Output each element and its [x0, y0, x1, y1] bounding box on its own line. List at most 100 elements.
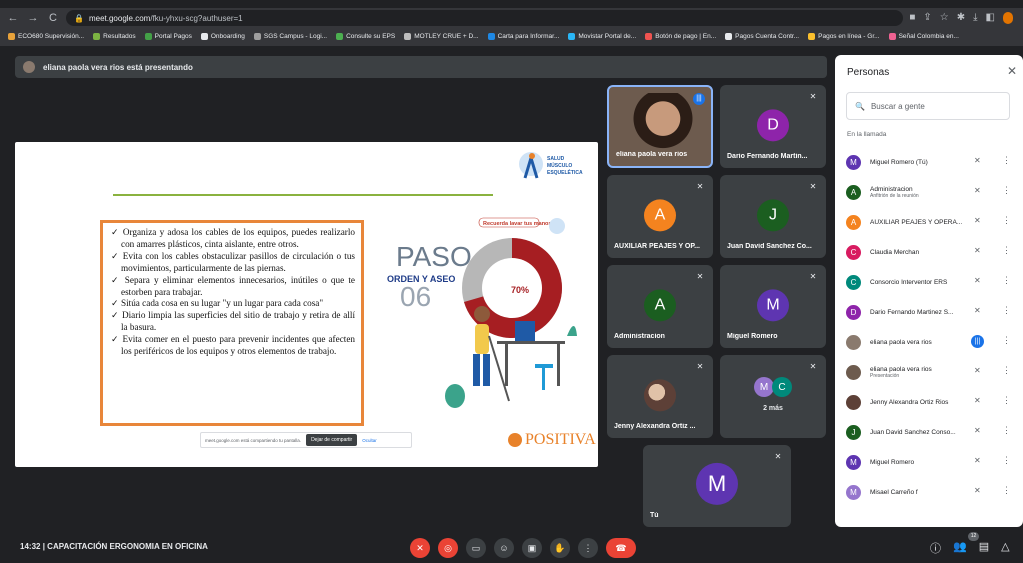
- end-call-button[interactable]: ☎: [606, 538, 636, 558]
- bullet-box: ✓ Organiza y adosa los cables de los equ…: [100, 220, 364, 426]
- bookmark-item[interactable]: Pagos en línea - Gr...: [808, 32, 880, 40]
- tile-jenny[interactable]: ✕ Jenny Alexandra Ortiz ...: [607, 355, 713, 438]
- mic-off-icon: ✕: [809, 92, 817, 101]
- mic-toggle-button[interactable]: ✕: [410, 538, 430, 558]
- download-icon[interactable]: ⤓: [973, 12, 977, 24]
- bookmark-icon: [725, 32, 733, 40]
- bookmark-item[interactable]: Pagos Cuenta Contr...: [725, 32, 799, 40]
- tile-miguel[interactable]: ✕ M Miguel Romero: [720, 265, 826, 348]
- tile-auxiliar[interactable]: ✕ A AUXILIAR PEAJES Y OP...: [607, 175, 713, 258]
- bullet-item: ✓ Separa y eliminar elementos innecesari…: [111, 274, 355, 297]
- extensions-icon[interactable]: ✱: [957, 12, 965, 24]
- bookmark-icon: [888, 32, 896, 40]
- more-vert-icon[interactable]: ⋮: [1002, 245, 1011, 256]
- mic-off-icon[interactable]: ✕: [974, 426, 981, 435]
- mic-off-icon[interactable]: ✕: [974, 396, 981, 405]
- emoji-button[interactable]: ☺: [494, 538, 514, 558]
- mic-off-icon[interactable]: ✕: [974, 156, 981, 165]
- participant-row[interactable]: A AUXILIAR PEAJES Y OPERA... ✕ ⋮: [835, 207, 1023, 237]
- tile-eliana[interactable]: ||| eliana paola vera rios: [607, 85, 713, 168]
- hide-link[interactable]: Ocultar: [362, 438, 377, 443]
- bookmark-item[interactable]: Carta para Informar...: [487, 32, 559, 40]
- url-host: meet.google.com: [88, 13, 151, 23]
- participant-row[interactable]: M Miguel Romero ✕ ⋮: [835, 447, 1023, 477]
- more-vert-icon[interactable]: ⋮: [1002, 425, 1011, 436]
- participant-row[interactable]: D Dario Fernando Martinez S... ✕ ⋮: [835, 297, 1023, 327]
- participant-row[interactable]: A Administracion Anfitrión de la reunión ✕ ⋮: [835, 177, 1023, 207]
- mic-off-icon[interactable]: ✕: [974, 486, 981, 495]
- mic-off-icon: ✕: [774, 452, 782, 461]
- bookmark-item[interactable]: Movistar Portal de...: [568, 32, 636, 40]
- more-vert-icon[interactable]: ⋮: [1002, 185, 1011, 196]
- people-count-badge: 12: [968, 532, 979, 541]
- mic-off-icon[interactable]: ✕: [974, 306, 981, 315]
- profile-avatar[interactable]: [1003, 12, 1013, 24]
- more-options-button[interactable]: ⋮: [578, 538, 598, 558]
- sidepanel-icon[interactable]: ◧: [986, 12, 995, 24]
- mic-off-icon[interactable]: ✕: [974, 456, 981, 465]
- activities-icon[interactable]: △: [1001, 540, 1009, 556]
- more-vert-icon[interactable]: ⋮: [1002, 455, 1011, 466]
- more-vert-icon[interactable]: ⋮: [1002, 365, 1011, 376]
- bookmark-item[interactable]: Consulte su EPS: [336, 32, 395, 40]
- mic-off-icon[interactable]: ✕: [974, 216, 981, 225]
- participant-row[interactable]: eliana paola vera rios Presentación ✕ ⋮: [835, 357, 1023, 387]
- bookmark-item[interactable]: Señal Colombia en...: [888, 32, 959, 40]
- bookmark-item[interactable]: ECO680 Supervisión...: [8, 32, 84, 40]
- present-button[interactable]: ▣: [522, 538, 542, 558]
- positiva-logo: POSITIVA: [508, 431, 596, 449]
- tile-more[interactable]: ✕ M C 2 más: [720, 355, 826, 438]
- more-vert-icon[interactable]: ⋮: [1002, 275, 1011, 286]
- bookmark-item[interactable]: Portal Pagos: [144, 32, 192, 40]
- tile-administracion[interactable]: ✕ A Administracion: [607, 265, 713, 348]
- raise-hand-button[interactable]: ✋: [550, 538, 570, 558]
- bookmark-item[interactable]: Botón de pago | En...: [645, 32, 716, 40]
- mic-off-icon[interactable]: ✕: [974, 276, 981, 285]
- forward-icon[interactable]: →: [26, 11, 40, 25]
- mic-off-icon[interactable]: ✕: [974, 186, 981, 195]
- bookmark-item[interactable]: MOTLEY CRUE + D...: [404, 32, 479, 40]
- tile-juan[interactable]: ✕ J Juan David Sanchez Co...: [720, 175, 826, 258]
- bookmark-icon: [200, 32, 208, 40]
- participant-row[interactable]: C Consorcio Interventor ERS ✕ ⋮: [835, 267, 1023, 297]
- camera-indicator-icon[interactable]: ■: [909, 12, 915, 24]
- star-icon[interactable]: ☆: [940, 12, 949, 24]
- tile-self[interactable]: ✕ M Tú: [643, 445, 791, 527]
- mic-off-icon[interactable]: ✕: [974, 246, 981, 255]
- participant-row[interactable]: M Misael Carreño f ✕ ⋮: [835, 477, 1023, 507]
- participant-row[interactable]: Jenny Alexandra Ortiz Rios ✕ ⋮: [835, 387, 1023, 417]
- people-search[interactable]: 🔍 Buscar a gente: [846, 92, 1010, 120]
- share-icon[interactable]: ⇪: [923, 12, 931, 24]
- more-vert-icon[interactable]: ⋮: [1002, 305, 1011, 316]
- back-icon[interactable]: ←: [6, 11, 20, 25]
- more-vert-icon[interactable]: ⋮: [1002, 155, 1011, 166]
- bookmark-item[interactable]: Onboarding: [200, 32, 245, 40]
- search-placeholder: Buscar a gente: [870, 101, 925, 111]
- bottom-bar: 14:32 | CAPACITACIÓN ERGONOMIA EN OFICIN…: [0, 530, 1023, 563]
- reload-icon[interactable]: C: [46, 11, 60, 25]
- participant-row[interactable]: C Claudia Merchan ✕ ⋮: [835, 237, 1023, 267]
- more-vert-icon[interactable]: ⋮: [1002, 395, 1011, 406]
- camera-toggle-button[interactable]: ◎: [438, 538, 458, 558]
- info-icon[interactable]: ⓘ: [930, 540, 941, 556]
- more-vert-icon[interactable]: ⋮: [1002, 335, 1011, 346]
- mic-off-icon[interactable]: ✕: [974, 366, 981, 375]
- participant-row[interactable]: eliana paola vera rios ||| ⋮: [835, 327, 1023, 357]
- more-vert-icon[interactable]: ⋮: [1002, 215, 1011, 226]
- chat-icon[interactable]: ▤: [979, 540, 989, 556]
- address-bar[interactable]: 🔒 meet.google.com/fku-yhxu-scg?authuser=…: [66, 10, 904, 26]
- stop-sharing-button[interactable]: Dejar de compartir: [306, 434, 358, 446]
- tile-dario[interactable]: ✕ D Dario Fernando Martin...: [720, 85, 826, 168]
- bookmark-item[interactable]: SGS Campus - Logi...: [253, 32, 327, 40]
- participant-row[interactable]: J Juan David Sanchez Conso... ✕ ⋮: [835, 417, 1023, 447]
- captions-button[interactable]: ▭: [466, 538, 486, 558]
- panel-title: Personas: [847, 67, 890, 78]
- bookmark-item[interactable]: Resultados: [93, 32, 136, 40]
- mic-off-icon: ✕: [809, 182, 817, 191]
- bookmark-icon: [8, 32, 15, 40]
- bookmark-icon: [93, 32, 101, 40]
- people-icon[interactable]: 👥: [953, 540, 967, 556]
- more-vert-icon[interactable]: ⋮: [1002, 485, 1011, 496]
- participant-row[interactable]: M Miguel Romero (Tú) ✕ ⋮: [835, 147, 1023, 177]
- close-icon[interactable]: ✕: [1007, 64, 1017, 78]
